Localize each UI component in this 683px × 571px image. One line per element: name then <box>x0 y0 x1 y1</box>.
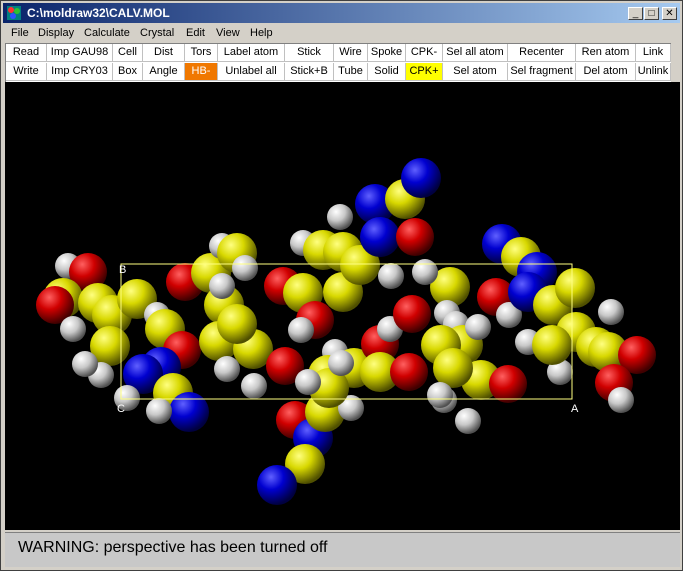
cell-label-a: A <box>571 403 579 415</box>
wire-button[interactable]: Wire <box>334 44 368 62</box>
ren-atom-button[interactable]: Ren atom <box>576 44 636 62</box>
hydrogen-atom[interactable] <box>412 259 438 285</box>
menu-file[interactable]: File <box>11 27 29 39</box>
oxygen-atom[interactable] <box>489 365 527 403</box>
sel-all-atom-button[interactable]: Sel all atom <box>443 44 508 62</box>
imp-cry03-button[interactable]: Imp CRY03 <box>47 63 113 81</box>
solid-button[interactable]: Solid <box>368 63 406 81</box>
tube-button[interactable]: Tube <box>334 63 368 81</box>
hydrogen-atom[interactable] <box>465 314 491 340</box>
moldraw-app-icon <box>7 6 21 20</box>
nitrogen-atom[interactable] <box>360 217 400 257</box>
spoke-button[interactable]: Spoke <box>368 44 406 62</box>
box-button[interactable]: Box <box>113 63 143 81</box>
label-atom-button[interactable]: Label atom <box>218 44 285 62</box>
hydrogen-atom[interactable] <box>60 316 86 342</box>
link-button[interactable]: Link <box>636 44 671 62</box>
carbon-atom[interactable] <box>433 348 473 388</box>
sel-atom-button[interactable]: Sel atom <box>443 63 508 81</box>
hydrogen-atom[interactable] <box>146 398 172 424</box>
del-atom-button[interactable]: Del atom <box>576 63 636 81</box>
read-button[interactable]: Read <box>6 44 47 62</box>
stick-button[interactable]: Stick <box>285 44 334 62</box>
carbon-atom[interactable] <box>555 268 595 308</box>
window-title: C:\moldraw32\CALV.MOL <box>27 6 170 20</box>
oxygen-atom[interactable] <box>396 218 434 256</box>
sel-fragment-button[interactable]: Sel fragment <box>508 63 576 81</box>
carbon-atom[interactable] <box>532 325 572 365</box>
imp-gau98-button[interactable]: Imp GAU98 <box>47 44 113 62</box>
angle-button[interactable]: Angle <box>143 63 185 81</box>
close-button[interactable]: ✕ <box>662 7 677 20</box>
cell-button[interactable]: Cell <box>113 44 143 62</box>
tors-button[interactable]: Tors <box>185 44 218 62</box>
menu-edit[interactable]: Edit <box>186 27 205 39</box>
molecule-canvas[interactable]: B C A <box>5 82 680 530</box>
cell-label-b: B <box>119 264 126 276</box>
hb-minus-button[interactable]: HB- <box>185 63 218 81</box>
unlabel-all-button[interactable]: Unlabel all <box>218 63 285 81</box>
hydrogen-atom[interactable] <box>241 373 267 399</box>
menu-crystal[interactable]: Crystal <box>140 27 174 39</box>
stick-b-button[interactable]: Stick+B <box>285 63 334 81</box>
atoms-back-layer <box>36 158 656 505</box>
minimize-icon: _ <box>632 8 639 19</box>
molecule-viewer[interactable]: B C A <box>5 82 680 530</box>
cell-label-c: C <box>117 403 125 415</box>
menu-calculate[interactable]: Calculate <box>84 27 130 39</box>
hydrogen-atom[interactable] <box>378 263 404 289</box>
hydrogen-atom[interactable] <box>328 350 354 376</box>
oxygen-atom[interactable] <box>393 295 431 333</box>
app-window: C:\moldraw32\CALV.MOL _ □ ✕ File Display… <box>0 0 683 571</box>
cpk-plus-button[interactable]: CPK+ <box>406 63 443 81</box>
menu-bar: File Display Calculate Crystal Edit View… <box>3 24 680 43</box>
menu-help[interactable]: Help <box>250 27 273 39</box>
nitrogen-atom[interactable] <box>169 392 209 432</box>
hydrogen-atom[interactable] <box>209 273 235 299</box>
status-bar: WARNING: perspective has been turned off <box>5 532 680 567</box>
minimize-button[interactable]: _ <box>628 7 643 20</box>
status-message: WARNING: perspective has been turned off <box>18 539 328 556</box>
close-icon: ✕ <box>665 8 674 19</box>
cpk-minus-button[interactable]: CPK- <box>406 44 443 62</box>
unlink-button[interactable]: Unlink <box>636 63 671 81</box>
write-button[interactable]: Write <box>6 63 47 81</box>
maximize-button[interactable]: □ <box>644 7 659 20</box>
carbon-atom[interactable] <box>217 304 257 344</box>
hydrogen-atom[interactable] <box>598 299 624 325</box>
hydrogen-atom[interactable] <box>295 369 321 395</box>
hydrogen-atom[interactable] <box>327 204 353 230</box>
hydrogen-atom[interactable] <box>214 356 240 382</box>
menu-display[interactable]: Display <box>38 27 74 39</box>
dist-button[interactable]: Dist <box>143 44 185 62</box>
hydrogen-atom[interactable] <box>455 408 481 434</box>
title-bar[interactable]: C:\moldraw32\CALV.MOL _ □ ✕ <box>3 3 680 23</box>
hydrogen-atom[interactable] <box>232 255 258 281</box>
hydrogen-atom[interactable] <box>427 382 453 408</box>
command-toolbar: Read Imp GAU98 Cell Dist Tors Label atom… <box>5 43 671 82</box>
hydrogen-atom[interactable] <box>72 351 98 377</box>
recenter-button[interactable]: Recenter <box>508 44 576 62</box>
hydrogen-atom[interactable] <box>608 387 634 413</box>
nitrogen-atom[interactable] <box>401 158 441 198</box>
menu-view[interactable]: View <box>216 27 240 39</box>
maximize-icon: □ <box>648 8 655 19</box>
hydrogen-atom[interactable] <box>288 317 314 343</box>
oxygen-atom[interactable] <box>390 353 428 391</box>
nitrogen-atom[interactable] <box>257 465 297 505</box>
